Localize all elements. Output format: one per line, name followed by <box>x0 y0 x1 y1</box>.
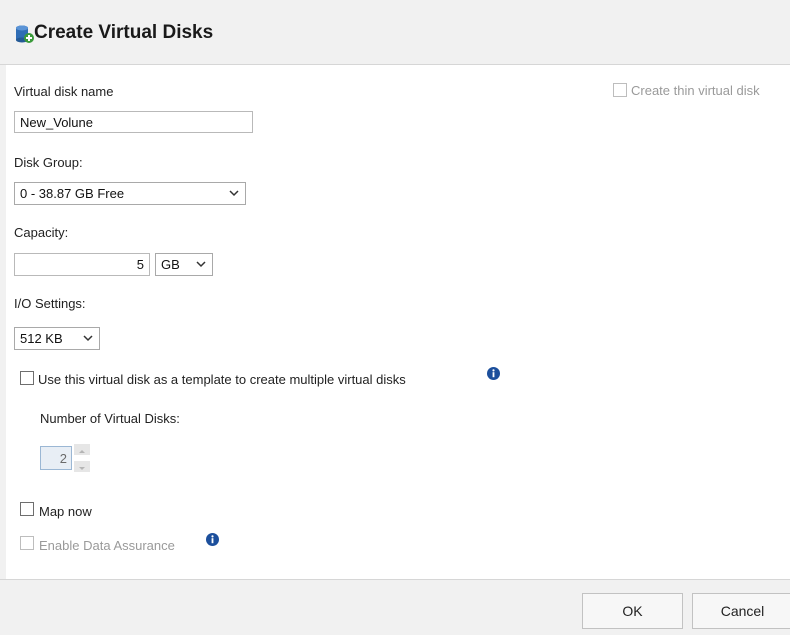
map-now-checkbox[interactable] <box>20 502 34 516</box>
virtual-disk-name-input[interactable]: New_Volune <box>14 111 253 133</box>
enable-data-assurance-checkbox[interactable] <box>20 536 34 550</box>
enable-data-assurance-label: Enable Data Assurance <box>39 538 175 553</box>
info-icon[interactable] <box>206 533 219 546</box>
ok-button[interactable]: OK <box>582 593 683 629</box>
spinner-down-button[interactable] <box>74 461 90 472</box>
number-of-virtual-disks-input[interactable]: 2 <box>40 446 72 470</box>
map-now-label: Map now <box>39 504 92 519</box>
disk-group-selected-value: 0 - 38.87 GB Free <box>20 186 125 201</box>
spinner-up-button[interactable] <box>74 444 90 455</box>
cancel-button[interactable]: Cancel <box>692 593 790 629</box>
chevron-down-icon <box>229 190 239 197</box>
dialog-title: Create Virtual Disks <box>34 22 214 43</box>
chevron-down-icon <box>83 335 93 342</box>
chevron-down-icon <box>79 467 85 470</box>
chevron-down-icon <box>196 261 206 268</box>
dialog-body <box>0 65 790 579</box>
io-settings-value: 512 KB <box>20 331 63 346</box>
capacity-input[interactable]: 5 <box>14 253 150 276</box>
info-icon[interactable] <box>487 367 500 380</box>
create-virtual-disks-dialog: Create Virtual Disks Virtual disk name N… <box>0 0 790 635</box>
capacity-label: Capacity: <box>14 225 69 240</box>
dialog-title-bar: Create Virtual Disks <box>0 0 790 65</box>
chevron-up-icon <box>79 450 85 453</box>
use-as-template-checkbox[interactable] <box>20 371 34 385</box>
io-settings-label: I/O Settings: <box>14 296 86 311</box>
disk-group-label: Disk Group: <box>14 155 83 170</box>
virtual-disk-name-label: Virtual disk name <box>14 84 114 99</box>
number-of-virtual-disks-label: Number of Virtual Disks: <box>40 411 180 426</box>
disk-group-select[interactable]: 0 - 38.87 GB Free <box>14 182 246 205</box>
io-settings-select[interactable]: 512 KB <box>14 327 100 350</box>
use-as-template-label: Use this virtual disk as a template to c… <box>38 372 406 387</box>
create-thin-disk-label: Create thin virtual disk <box>631 83 760 98</box>
create-thin-disk-checkbox[interactable] <box>613 83 627 97</box>
capacity-unit-select[interactable]: GB <box>155 253 213 276</box>
capacity-unit-value: GB <box>161 257 180 272</box>
virtual-disk-add-icon <box>16 25 34 43</box>
